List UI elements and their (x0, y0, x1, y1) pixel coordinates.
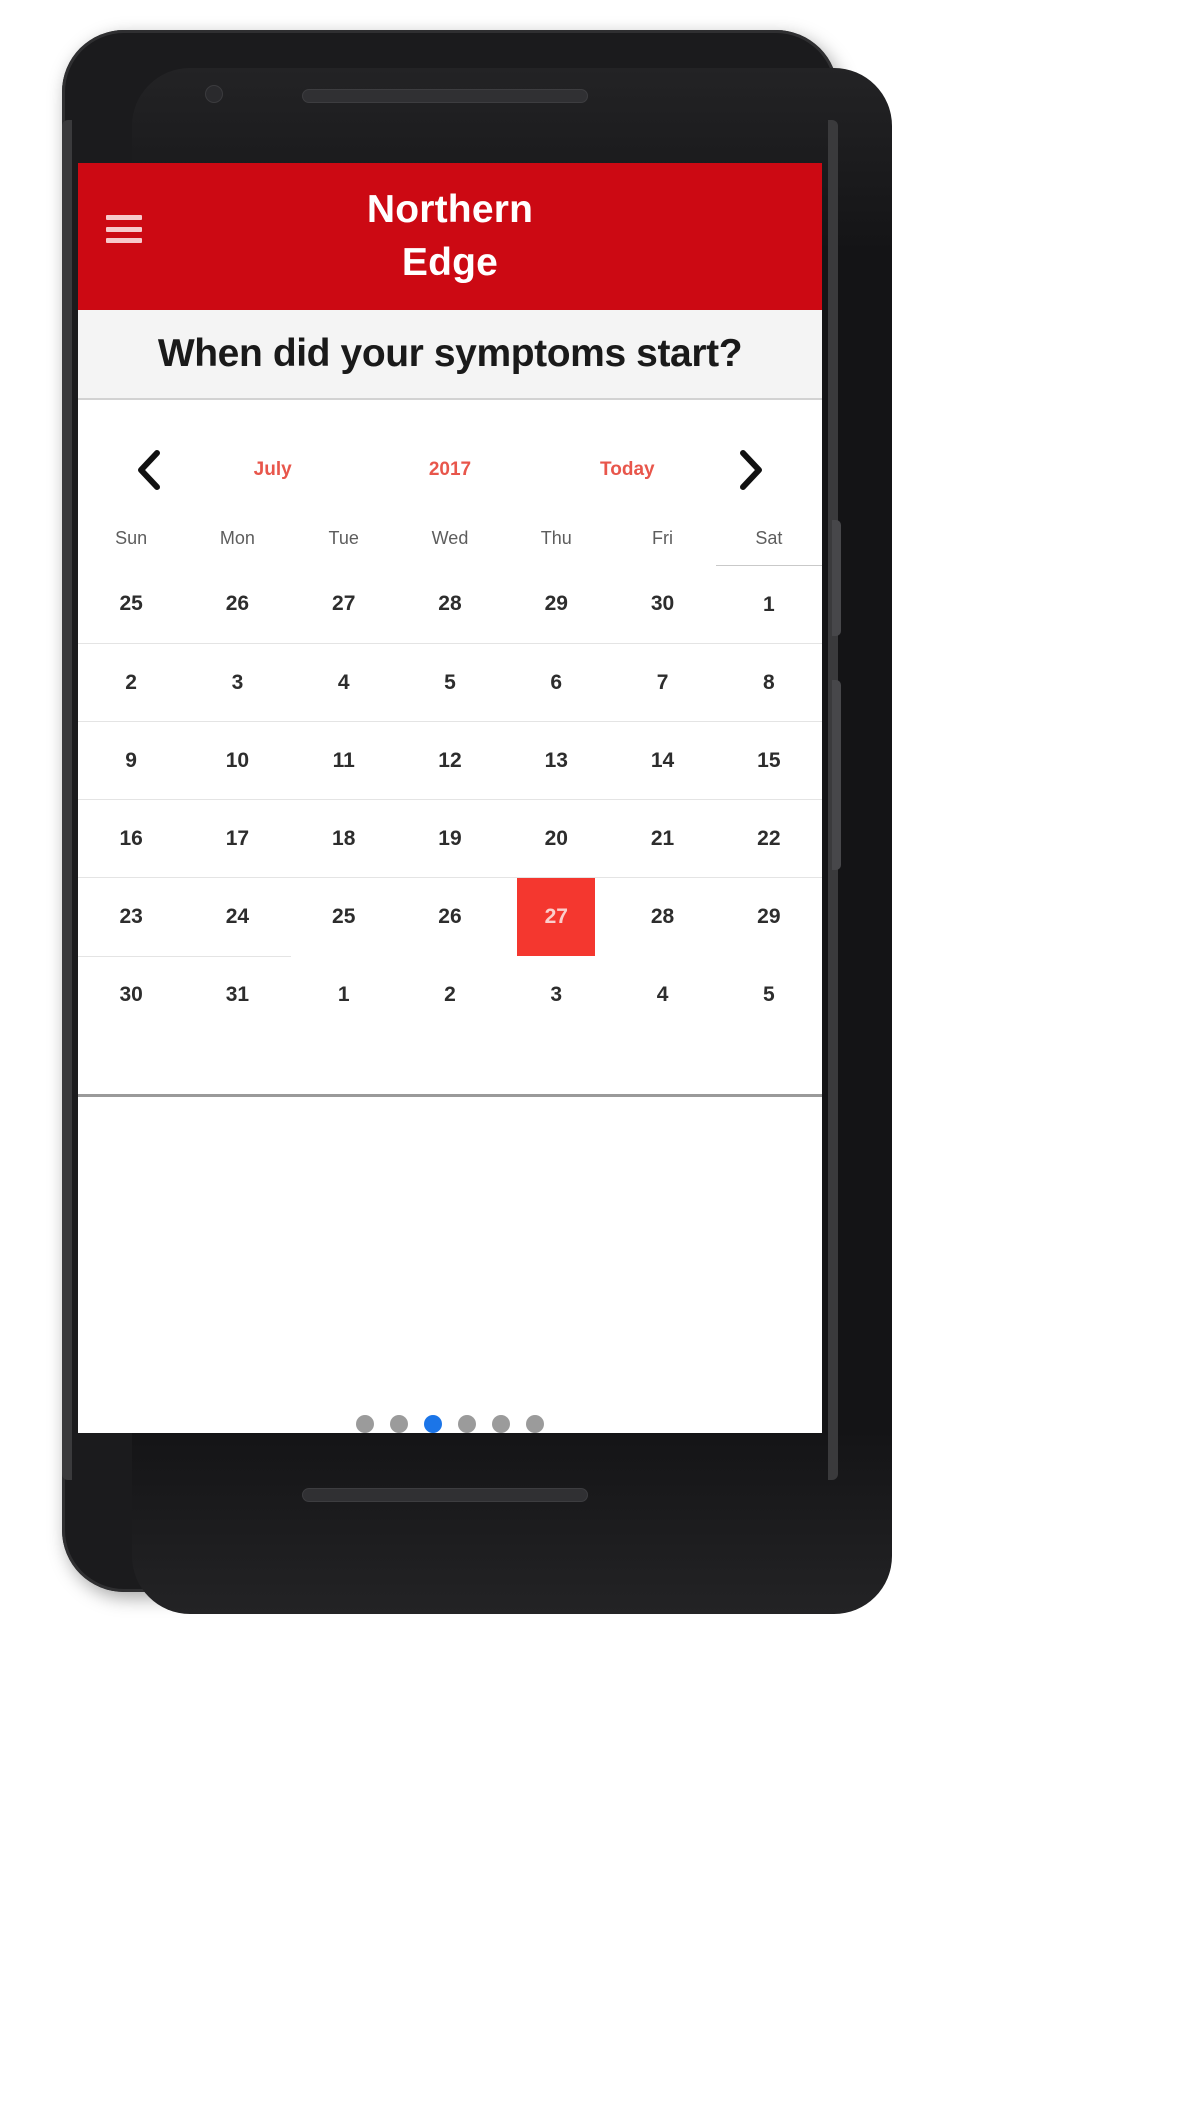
calendar-grid: Sun Mon Tue Wed Thu Fri Sat 25 26 27 28 29 30 1 2 3 4 5 6… (78, 506, 822, 1034)
calendar-day-cell[interactable]: 7 (609, 643, 716, 722)
calendar-day-cell[interactable]: 28 (609, 878, 715, 957)
calendar-day-cell[interactable]: 26 (184, 565, 291, 644)
pagination-dot[interactable] (492, 1415, 510, 1433)
calendar-widget: July 2017 Today Sun Mon Tue Wed Thu Fri Sat 25… (78, 400, 822, 1097)
calendar-weekday-sat: Sat (715, 506, 822, 566)
phone-edge-left (62, 120, 72, 1480)
calendar-day-cell[interactable]: 24 (184, 877, 291, 957)
calendar-day-cell[interactable]: 31 (184, 956, 290, 1034)
calendar-day-cell[interactable]: 8 (715, 643, 822, 722)
calendar-year-label[interactable]: 2017 (361, 459, 538, 481)
calendar-week-row: 2345678 (78, 643, 822, 722)
calendar-today-button[interactable]: Today (539, 459, 716, 481)
calendar-day-cell[interactable]: 25 (78, 565, 185, 644)
calendar-day-cell[interactable]: 11 (290, 721, 397, 800)
calendar-week-row: 25 26 27 28 29 30 1 (78, 565, 822, 644)
power-button[interactable] (832, 680, 841, 870)
calendar-day-cell[interactable]: 27 (290, 565, 397, 644)
calendar-week-row: 30 31 1 2 3 4 5 (78, 956, 822, 1034)
calendar-weekday-mon: Mon (219, 528, 255, 549)
earpiece-speaker (302, 89, 588, 103)
calendar-day-cell[interactable]: 30 (609, 565, 716, 644)
calendar-week-row: 9 10 11 12 13 14 15 (78, 721, 822, 800)
calendar-day-cell[interactable]: 4 (290, 643, 397, 722)
calendar-day-selected[interactable]: 27 (503, 878, 609, 956)
calendar-weekday-wed: Wed (431, 528, 469, 549)
hamburger-line-3 (106, 238, 142, 243)
calendar-day-cell[interactable]: 2 (397, 956, 503, 1034)
bottom-panel (78, 1097, 822, 1433)
calendar-day-cell[interactable]: 17 (184, 799, 291, 878)
bottom-speaker (302, 1488, 588, 1502)
calendar-body: 25 26 27 28 29 30 1 2 3 4 5 6 7 8 9 10 11 12 13 14 15 16 17 18 1… (78, 565, 822, 1035)
calendar-day-cell[interactable]: 28 (396, 565, 504, 644)
page-title: When did your symptoms start? (157, 332, 743, 375)
pagination-dot[interactable] (526, 1415, 544, 1433)
calendar-day-cell[interactable]: 21 (609, 799, 716, 878)
calendar-day-cell[interactable]: 1 (715, 565, 822, 644)
calendar-day-cell[interactable]: 15 (715, 721, 822, 800)
calendar-day-label: 27 (517, 878, 596, 956)
phone-screen: Northern Edge When did your symptoms sta… (78, 163, 822, 1433)
question-header: When did your symptoms start? (78, 310, 822, 400)
app-title: Northern Edge (78, 184, 822, 289)
app-bar: Northern Edge (78, 163, 822, 310)
screenshot-root: Northern Edge When did your symptoms sta… (0, 0, 1200, 2128)
hamburger-line-2 (106, 226, 142, 232)
calendar-day-cell[interactable]: 18 (290, 799, 397, 878)
calendar-day-cell[interactable]: 3 (503, 956, 609, 1034)
calendar-weekday-row: Sun Mon Tue Wed Thu Fri Sat (78, 506, 822, 566)
calendar-day-cell[interactable]: 22 (715, 799, 822, 878)
calendar-day-cell[interactable]: 19 (396, 799, 504, 878)
pagination-dots (78, 1415, 822, 1433)
calendar-week-row: 16 17 18 19 20 21 22 (78, 799, 822, 878)
volume-button[interactable] (832, 520, 841, 636)
calendar-day-cell[interactable]: 13 (503, 721, 610, 800)
calendar-day-cell[interactable]: 20 (503, 799, 610, 878)
calendar-nav: July 2017 Today (78, 434, 822, 506)
calendar-day-cell[interactable]: 1 (291, 956, 397, 1034)
app-title-line-1: Northern (366, 187, 534, 231)
calendar-day-cell[interactable]: 26 (397, 878, 503, 957)
calendar-day-cell[interactable]: 23 (78, 877, 185, 957)
calendar-day-cell[interactable]: 14 (609, 721, 716, 800)
pagination-dot[interactable] (458, 1415, 476, 1433)
calendar-day-cell[interactable]: 3 (184, 643, 291, 722)
calendar-day-cell[interactable]: 9 (78, 721, 185, 800)
chevron-left-icon[interactable] (114, 447, 184, 493)
calendar-day-cell[interactable]: 29 (503, 565, 610, 644)
hamburger-line-1 (106, 215, 142, 220)
calendar-weekday-fri: Fri (652, 528, 674, 549)
calendar-day-cell[interactable]: 6 (503, 643, 610, 722)
calendar-day-cell[interactable]: 5 (396, 643, 504, 722)
calendar-weekday-tue: Tue (328, 528, 359, 549)
pagination-dot-active[interactable] (424, 1415, 442, 1433)
calendar-weekday-thu: Thu (540, 528, 572, 549)
chevron-right-icon[interactable] (716, 447, 786, 493)
calendar-month-label[interactable]: July (184, 459, 361, 481)
pagination-dot[interactable] (390, 1415, 408, 1433)
calendar-day-cell[interactable]: 5 (716, 956, 822, 1034)
front-camera-icon (205, 85, 223, 103)
calendar-day-cell[interactable]: 10 (184, 721, 291, 800)
calendar-weekday-sun: Sun (115, 528, 148, 549)
calendar-day-cell[interactable]: 2 (78, 643, 185, 722)
calendar-week-row: 23 24 25 26 27 28 29 (78, 877, 822, 957)
calendar-day-cell[interactable]: 29 (716, 878, 822, 957)
calendar-day-cell[interactable]: 30 (78, 956, 184, 1034)
calendar-day-cell[interactable]: 25 (291, 878, 397, 957)
calendar-day-cell[interactable]: 12 (396, 721, 504, 800)
app-title-line-2: Edge (401, 240, 499, 284)
hamburger-menu-icon[interactable] (106, 215, 142, 243)
pagination-dot[interactable] (356, 1415, 374, 1433)
calendar-day-cell[interactable]: 4 (609, 956, 715, 1034)
calendar-day-cell[interactable]: 16 (78, 799, 185, 878)
